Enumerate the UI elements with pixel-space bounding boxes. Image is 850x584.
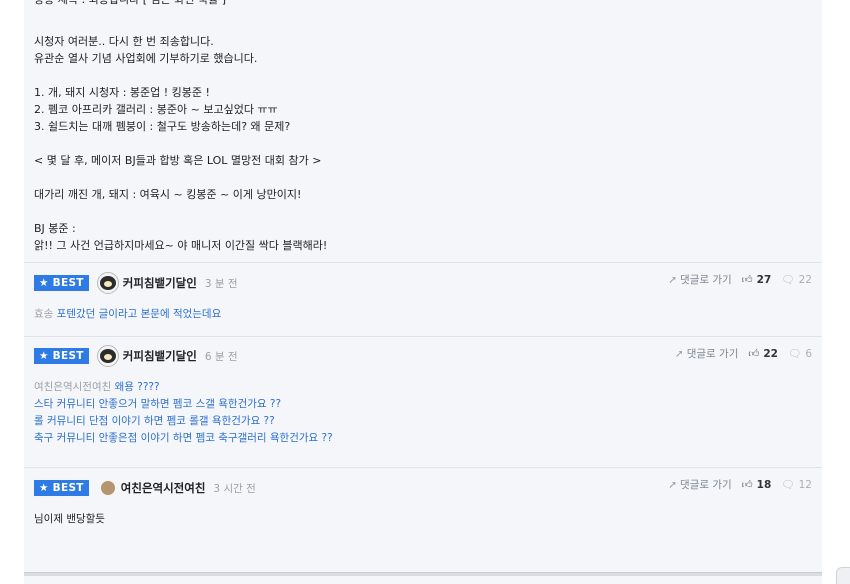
thumbs-up-icon[interactable]: 👍︎ — [742, 478, 753, 491]
reply-arrow-icon: ➚ — [668, 273, 678, 286]
post-line: BJ 봉준 : — [34, 222, 76, 235]
reply-count: 22 — [798, 273, 812, 286]
bear-avatar[interactable] — [96, 272, 119, 294]
reply-arrow-icon: ➚ — [668, 478, 678, 491]
comment-time: 3 시간 전 — [213, 482, 256, 495]
speech-bubble-icon: 🗨︎ — [781, 479, 795, 491]
scroll-handle[interactable] — [836, 567, 850, 584]
comment-author[interactable]: 커피침뱉기달인 — [123, 275, 197, 291]
best-comment: ★ BEST 여친은역시전여친 3 시간 전 ➚ 댓글로 가기 👍︎ 18 🗨︎… — [24, 467, 822, 541]
dot-avatar[interactable] — [100, 481, 115, 495]
comment-time: 6 분 전 — [204, 350, 238, 363]
post-body: 방송 제목 : 죄송합니다 [ 검은 화면 국률 ] 시청자 여러분.. 다시 … — [24, 0, 822, 254]
comment-actions: ➚ 댓글로 가기 👍︎ 18 🗨︎ 12 — [668, 477, 812, 492]
comment-text: 포텐갔던 글이라고 본문에 적었는데요 — [56, 308, 222, 320]
comment-line: 축구 커뮤니티 안좋은점 이야기 하면 펨코 축구갤러리 욕한건가요 ?? — [34, 432, 333, 444]
post-page: 방송 제목 : 죄송합니다 [ 검은 화면 국률 ] 시청자 여러분.. 다시 … — [24, 0, 822, 584]
best-comment: ★ BEST 커피침뱉기달인 3 분 전 ➚ 댓글로 가기 👍︎ 27 🗨︎ 2… — [24, 262, 822, 336]
like-count: 18 — [756, 478, 772, 491]
post-line: 유관순 열사 기념 사업회에 기부하기로 했습니다. — [34, 52, 258, 65]
comment-time: 3 분 전 — [204, 277, 238, 290]
comment-actions: ➚ 댓글로 가기 👍︎ 22 🗨︎ 6 — [675, 346, 812, 361]
best-comment: ★ BEST 커피침뱉기달인 6 분 전 ➚ 댓글로 가기 👍︎ 22 🗨︎ 6… — [24, 336, 822, 467]
comment-line: 여친은역시전여친 왜용 ???? — [34, 379, 812, 396]
mention[interactable]: 효송 — [34, 308, 53, 320]
comment-text: 왜용 ???? — [114, 381, 160, 393]
best-badge: ★ BEST — [34, 348, 89, 364]
post-line: 3. 쉴드치는 대깨 펨붕이 : 철구도 방송하는데? 왜 문제? — [34, 120, 291, 133]
reply-count: 6 — [805, 347, 812, 360]
go-to-reply-link[interactable]: 댓글로 가기 — [680, 272, 732, 287]
best-badge: ★ BEST — [34, 480, 89, 496]
go-to-reply-link[interactable]: 댓글로 가기 — [680, 477, 732, 492]
thumbs-up-icon[interactable]: 👍︎ — [748, 347, 759, 360]
mention[interactable]: 여친은역시전여친 — [34, 381, 111, 393]
comment-line: 스타 커뮤니티 안좋으거 말하면 펨코 스갤 욕한건가요 ?? — [34, 398, 282, 410]
comment-line: 롤 커뮤니티 단점 이야기 하면 펨코 롤갤 욕한건가요 ?? — [34, 415, 275, 427]
best-badge: ★ BEST — [34, 275, 89, 291]
go-to-reply-link[interactable]: 댓글로 가기 — [687, 346, 739, 361]
comment-author[interactable]: 커피침뱉기달인 — [123, 348, 197, 364]
comment-body: 여친은역시전여친 왜용 ???? 스타 커뮤니티 안좋으거 말하면 펨코 스갤 … — [34, 379, 812, 447]
post-line: 대가리 깨진 개, 돼지 : 여육시 ~ 킹봉준 ~ 이게 낭만이지! — [34, 188, 302, 201]
comment-author[interactable]: 여친은역시전여친 — [121, 480, 206, 496]
reply-count: 12 — [798, 478, 812, 491]
post-line: 방송 제목 : 죄송합니다 [ 검은 화면 국률 ] — [34, 0, 812, 8]
post-line: 시청자 여러분.. 다시 한 번 죄송합니다. — [34, 35, 214, 48]
section-divider — [24, 572, 822, 576]
post-line: 2. 펨코 아프리카 갤러리 : 봉준아 ~ 보고싶었다 ㅠㅠ — [34, 103, 278, 116]
like-count: 22 — [763, 347, 778, 360]
reply-arrow-icon: ➚ — [674, 347, 684, 360]
like-count: 27 — [756, 273, 772, 286]
speech-bubble-icon: 🗨︎ — [781, 274, 795, 286]
comment-body: 효송 포텐갔던 글이라고 본문에 적었는데요 — [34, 306, 812, 323]
post-line: 1. 개, 돼지 시청자 : 봉준업 ! 킹봉준 ! — [34, 86, 210, 99]
comment-body: 님이제 밴당할듯 — [34, 511, 812, 528]
comment-line: 님이제 밴당할듯 — [34, 513, 105, 525]
comment-actions: ➚ 댓글로 가기 👍︎ 27 🗨︎ 22 — [668, 272, 812, 287]
comment-line: 효송 포텐갔던 글이라고 본문에 적었는데요 — [34, 306, 812, 323]
thumbs-up-icon[interactable]: 👍︎ — [742, 273, 753, 286]
post-line: < 몇 달 후, 메이저 BJ들과 합방 혹은 LOL 멸망전 대회 참가 > — [34, 154, 322, 167]
post-line: 앍!! 그 사건 언급하지마세요~ 야 매니저 이간질 싹다 블랙해라! — [34, 239, 328, 252]
bear-avatar[interactable] — [96, 345, 119, 367]
speech-bubble-icon: 🗨︎ — [787, 348, 802, 360]
